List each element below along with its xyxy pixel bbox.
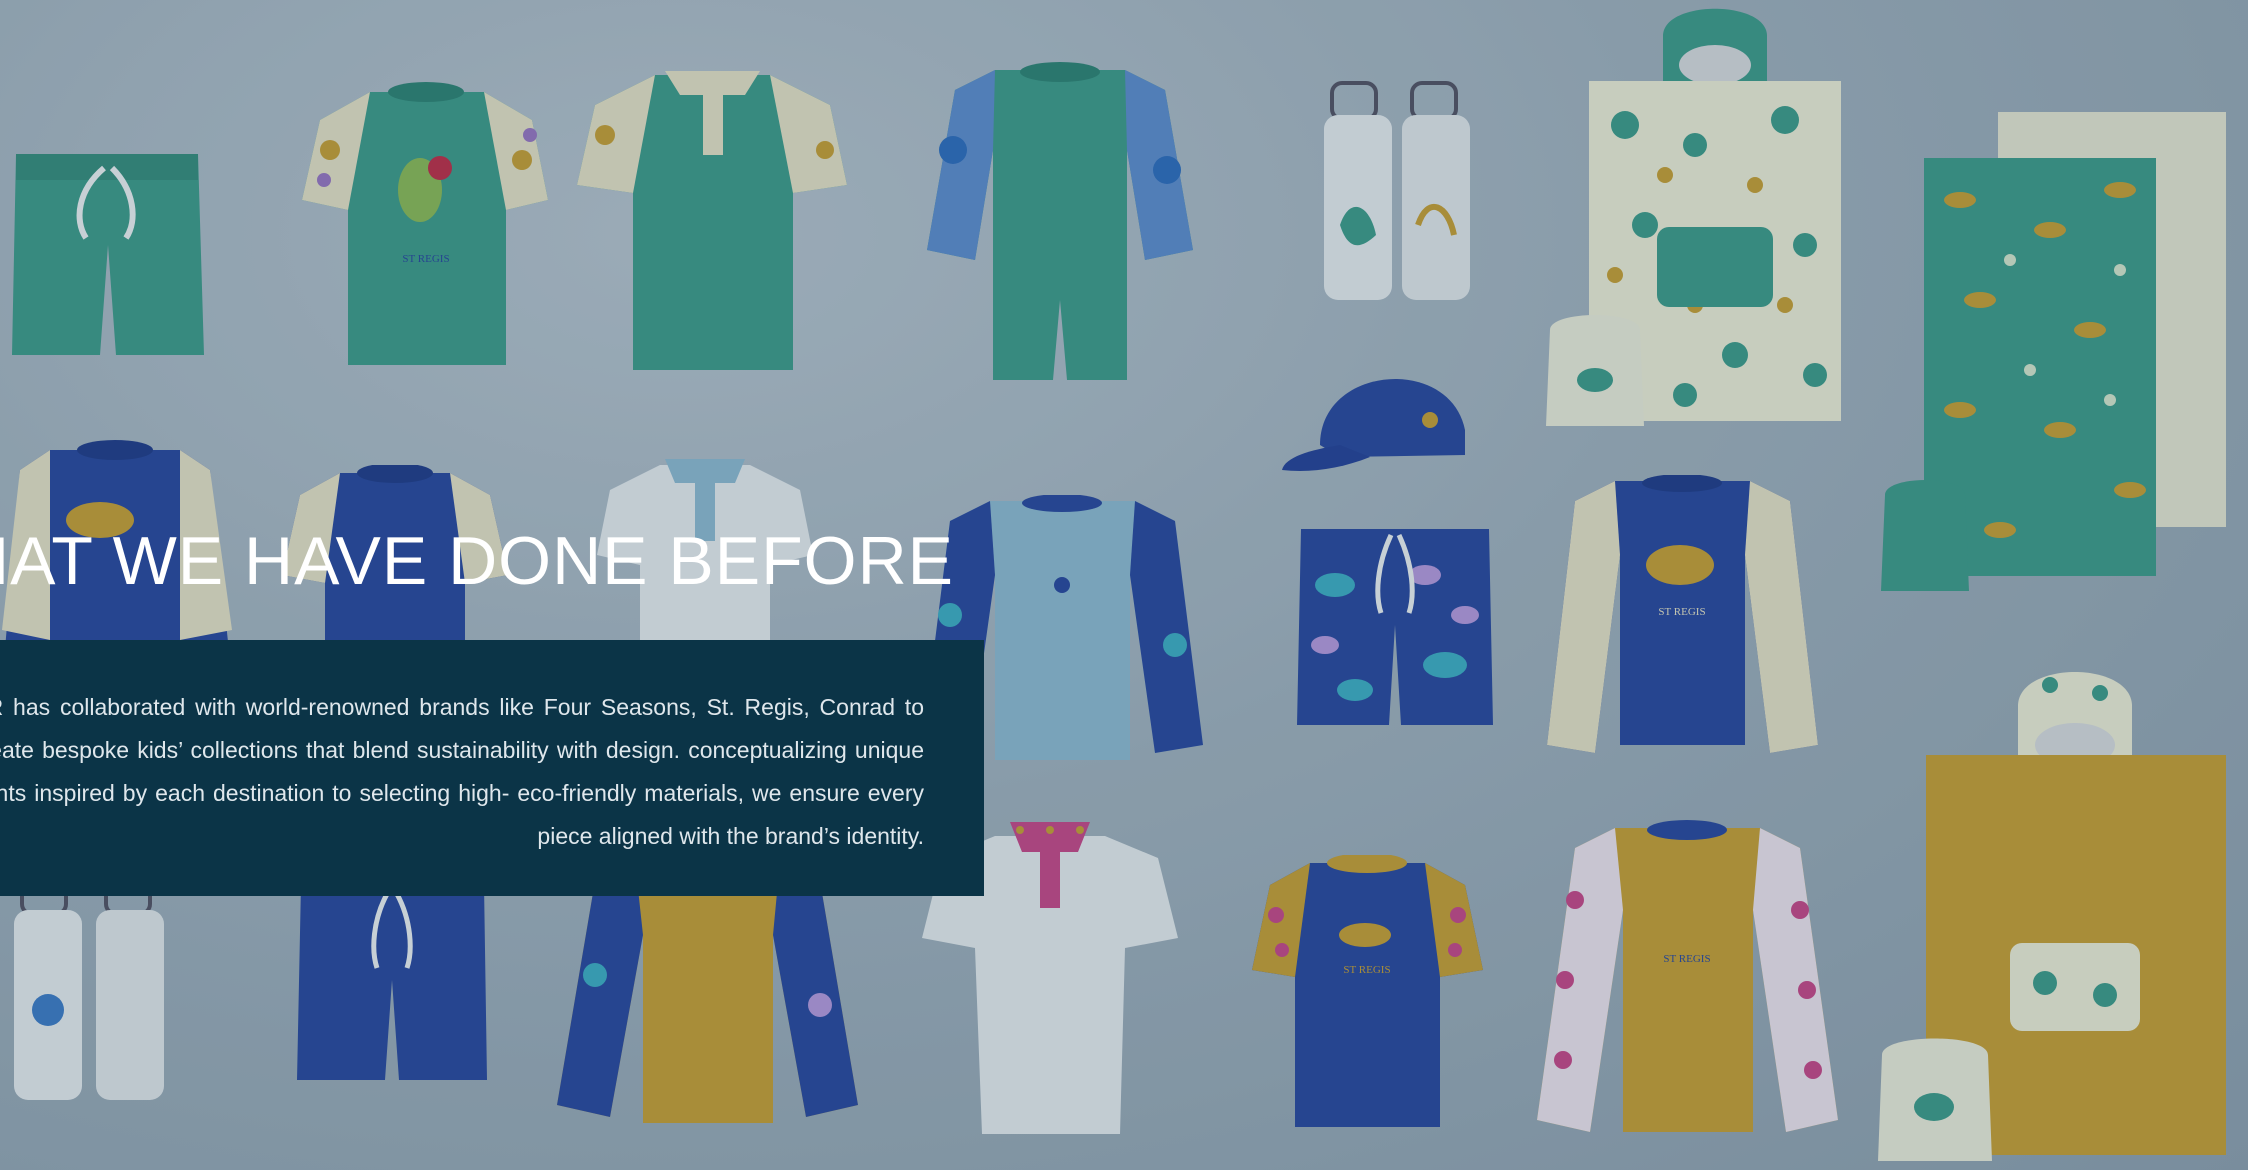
teal-polo [577, 71, 847, 370]
navy-bird-rash-tee: ST REGIS [1252, 855, 1483, 1127]
description-panel: NR has collaborated with world-renowned … [0, 640, 984, 896]
drawstring-bag [1546, 315, 1644, 426]
teal-bird-rash-tee: ST REGIS [302, 82, 548, 365]
white-water-bottles-left [14, 880, 164, 1100]
teal-swim-shorts [12, 154, 204, 355]
section-headline: HAT WE HAVE DONE BEFORE [0, 523, 955, 599]
description-text: NR has collaborated with world-renowned … [0, 694, 924, 849]
mustard-bird-rash-guard: ST REGIS [1537, 820, 1838, 1132]
white-water-bottles [1324, 81, 1470, 300]
teal-sunsuit [927, 62, 1193, 380]
navy-cap [1282, 378, 1465, 471]
navy-turtle-shorts [1297, 529, 1493, 725]
svg-text:ST REGIS: ST REGIS [402, 253, 449, 265]
navy-rash-guard-right: ST REGIS [1547, 475, 1818, 753]
navy-shorts [297, 884, 487, 1080]
drawstring-bag-bottom [1878, 1038, 1992, 1161]
drawstring-bag-teal [1881, 480, 1969, 591]
svg-text:ST REGIS: ST REGIS [1658, 606, 1705, 618]
svg-text:ST REGIS: ST REGIS [1663, 953, 1710, 965]
svg-text:ST REGIS: ST REGIS [1343, 964, 1390, 976]
